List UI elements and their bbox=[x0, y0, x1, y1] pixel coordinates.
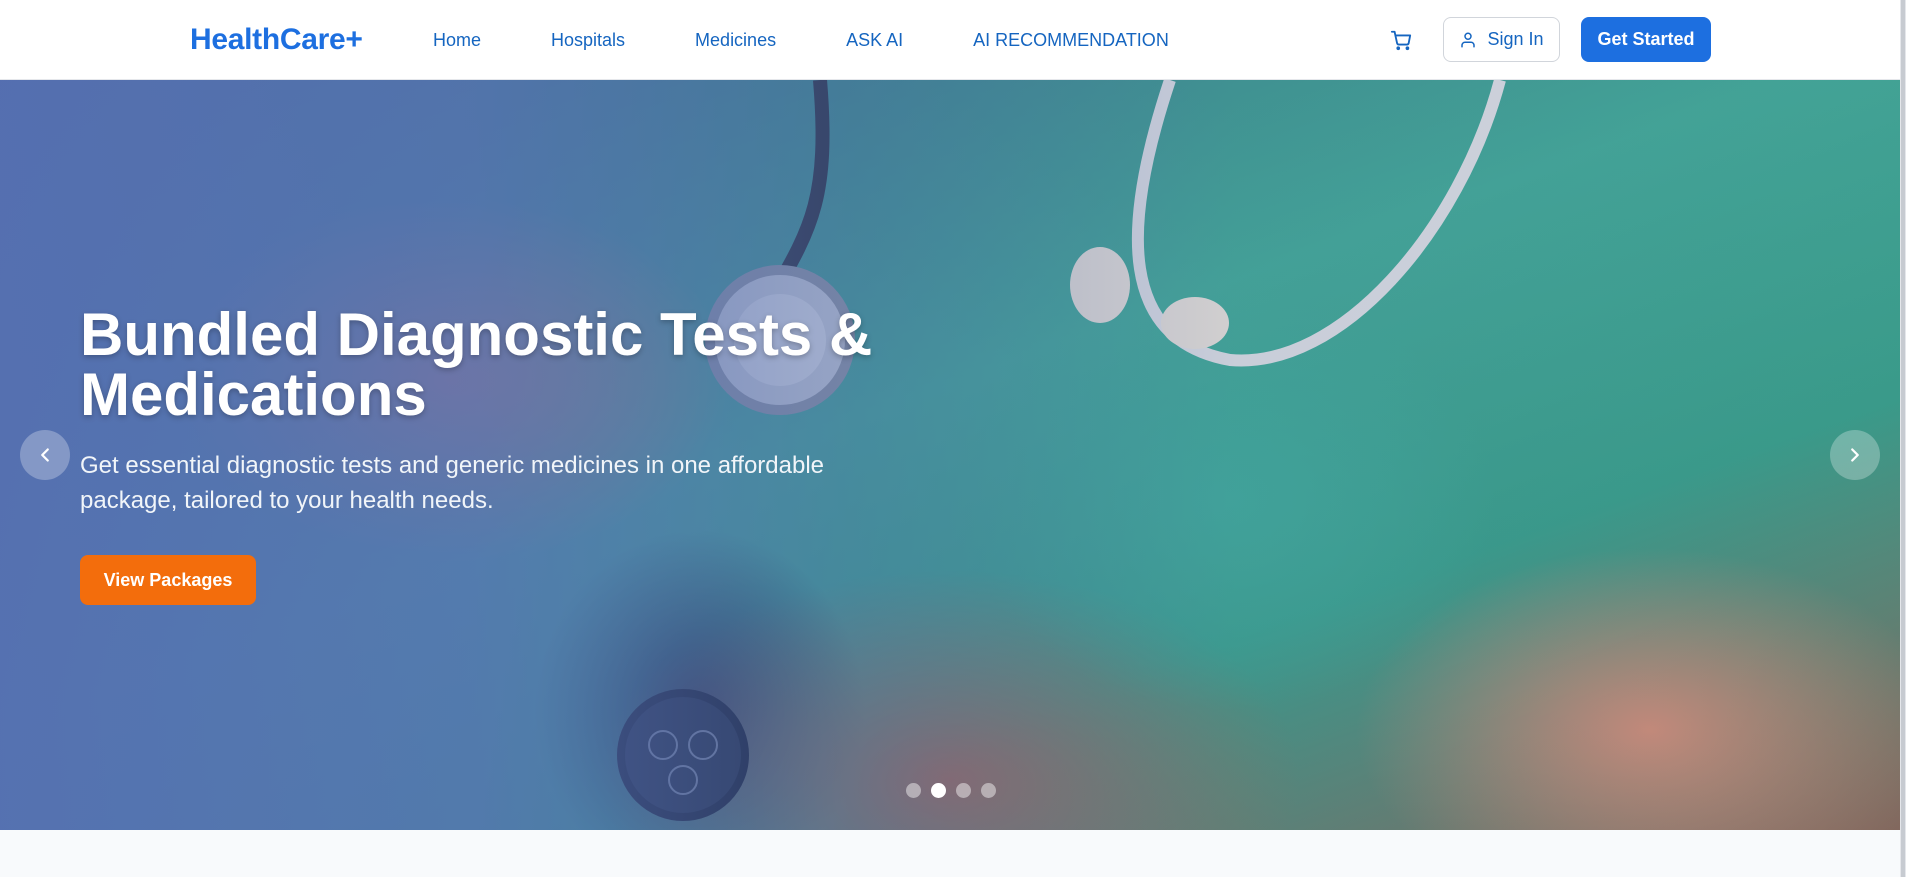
get-started-button[interactable]: Get Started bbox=[1581, 17, 1711, 62]
carousel-dot-2[interactable] bbox=[931, 783, 946, 798]
hero-carousel: Bundled Diagnostic Tests & Medications G… bbox=[0, 80, 1900, 830]
carousel-next-button[interactable] bbox=[1830, 430, 1880, 480]
sign-in-button[interactable]: Sign In bbox=[1443, 17, 1560, 62]
carousel-indicators bbox=[906, 783, 996, 798]
brand-logo[interactable]: HealthCare+ bbox=[190, 20, 363, 60]
carousel-dot-3[interactable] bbox=[956, 783, 971, 798]
carousel-prev-button[interactable] bbox=[20, 430, 70, 480]
shopping-cart-icon bbox=[1390, 30, 1412, 51]
hero-title: Bundled Diagnostic Tests & Medications bbox=[80, 301, 873, 428]
main-nav: Home Hospitals Medicines ASK AI AI RECOM… bbox=[433, 28, 1169, 52]
top-navbar: HealthCare+ Home Hospitals Medicines ASK… bbox=[0, 0, 1906, 80]
user-icon bbox=[1461, 32, 1476, 47]
chevron-left-icon bbox=[41, 448, 49, 462]
nav-link-medicines[interactable]: Medicines bbox=[695, 28, 776, 52]
nav-link-ask-ai[interactable]: ASK AI bbox=[846, 28, 903, 52]
cart-button[interactable] bbox=[1388, 27, 1414, 53]
chevron-right-icon bbox=[1851, 448, 1859, 462]
nav-link-ai-recommendation[interactable]: AI RECOMMENDATION bbox=[973, 28, 1169, 52]
carousel-dot-1[interactable] bbox=[906, 783, 921, 798]
nav-link-home[interactable]: Home bbox=[433, 28, 481, 52]
scrollbar-thumb[interactable] bbox=[1901, 0, 1905, 877]
nav-link-hospitals[interactable]: Hospitals bbox=[551, 28, 625, 52]
sign-in-label: Sign In bbox=[1487, 29, 1544, 49]
view-packages-button[interactable]: View Packages bbox=[80, 555, 256, 605]
carousel-dot-4[interactable] bbox=[981, 783, 996, 798]
hero-subtitle: Get essential diagnostic tests and gener… bbox=[80, 452, 825, 514]
